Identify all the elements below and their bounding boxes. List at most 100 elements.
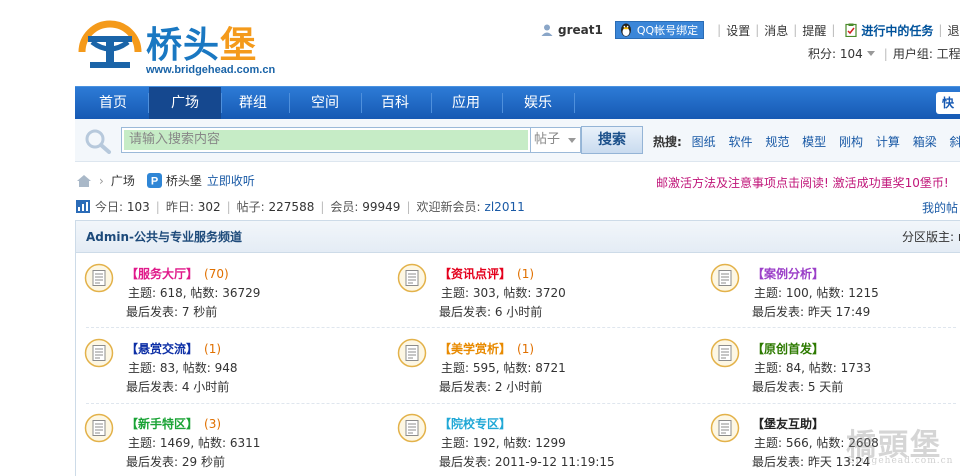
notifications-link[interactable]: 提醒 <box>802 22 826 39</box>
search-button[interactable]: 搜索 <box>581 126 643 154</box>
forum-item[interactable]: 【新手特区】 (3) 主题: 1469, 帖数: 6311 最后发表: 29 秒前 <box>76 409 376 475</box>
qzone-icon: P <box>146 173 162 188</box>
hot-link[interactable]: 刚构 <box>839 135 863 149</box>
forum-name[interactable]: 【新手特区】 (3) <box>126 415 221 432</box>
forum-topics: 主题: 84, 帖数: 1733 <box>754 361 872 375</box>
forum-last-post[interactable]: 最后发表: 29 秒前 <box>126 453 225 470</box>
search-type-select[interactable]: 帖子 <box>531 127 581 153</box>
hot-link[interactable]: 模型 <box>802 135 826 149</box>
nav-plaza[interactable]: 广场 <box>149 87 221 119</box>
hot-link[interactable]: 规范 <box>765 135 789 149</box>
category-moderator: 分区版主: r <box>902 230 960 244</box>
stat-members: 99949 <box>362 199 401 214</box>
user-stats-bar: 积分: 104 | 用户组: 工程 <box>808 45 960 62</box>
forum-item[interactable]: 【服务大厅】 (70) 主题: 618, 帖数: 36729 最后发表: 7 秒前 <box>76 259 376 325</box>
logout-link[interactable]: 退 <box>947 22 959 39</box>
forum-name[interactable]: 【原创首发】 <box>752 340 830 357</box>
main-nav: 首页 广场 群组 空间 百科 应用 娱乐 快 <box>75 86 960 119</box>
forum-item[interactable]: 【堡友互助】主题: 566, 帖数: 2608 最后发表: 昨天 13:24 <box>702 409 960 475</box>
qq-bind-button[interactable]: QQ帐号绑定 <box>614 21 705 39</box>
hot-link[interactable]: 斜拉 <box>950 135 960 149</box>
forum-topics: 主题: 566, 帖数: 2608 <box>754 436 879 450</box>
nav-home[interactable]: 首页 <box>77 87 149 119</box>
forum-last-post[interactable]: 最后发表: 7 秒前 <box>126 303 217 320</box>
forum-name[interactable]: 【资讯点评】 (1) <box>439 265 534 282</box>
nav-wiki[interactable]: 百科 <box>359 87 431 119</box>
forum-name[interactable]: 【悬赏交流】 (1) <box>126 340 221 357</box>
nav-entertainment[interactable]: 娱乐 <box>502 87 574 119</box>
task-clipboard-icon <box>845 23 858 37</box>
forum-new-count: (3) <box>204 417 222 431</box>
my-posts-link[interactable]: 我的帖 <box>922 199 958 216</box>
forum-topics: 主题: 1469, 帖数: 6311 <box>128 436 261 450</box>
hot-link[interactable]: 软件 <box>728 135 752 149</box>
forum-last-post[interactable]: 最后发表: 昨天 17:49 <box>752 303 870 320</box>
breadcrumb: › 广场 P 桥头堡 立即收听 <box>76 172 255 189</box>
forum-item[interactable]: 【院校专区】主题: 192, 帖数: 1299 最后发表: 2011-9-12 1… <box>389 409 689 475</box>
messages-link[interactable]: 消息 <box>764 22 788 39</box>
search-icon <box>85 129 111 154</box>
forum-last-post[interactable]: 最后发表: 昨天 13:24 <box>752 453 870 470</box>
newest-member-link[interactable]: zl2011 <box>485 200 525 214</box>
tasks-in-progress-link[interactable]: 进行中的任务 <box>861 22 933 39</box>
search-bar: 请输入搜索内容 帖子 搜索 热搜: 图纸 软件 规范 模型 刚构 计算 箱梁 斜… <box>75 119 960 162</box>
forum-item[interactable]: 【美学赏析】 (1) 主题: 595, 帖数: 8721 最后发表: 2 小时前 <box>389 334 689 400</box>
nav-quick-button[interactable]: 快 <box>936 92 960 114</box>
forum-topics: 主题: 595, 帖数: 8721 <box>441 361 566 375</box>
forum-last-post[interactable]: 最后发表: 4 小时前 <box>126 378 229 395</box>
forum-name[interactable]: 【院校专区】 <box>439 415 517 432</box>
home-icon[interactable] <box>76 174 92 188</box>
hot-search: 热搜: 图纸 软件 规范 模型 刚构 计算 箱梁 斜拉 施 <box>653 133 960 150</box>
forum-new-count: (70) <box>204 267 229 281</box>
forum-stats: 今日: 103 | 昨日: 302 | 帖子: 227588 | 会员: 999… <box>76 198 525 215</box>
forum-doc-icon <box>397 263 427 293</box>
bridge-logo-icon <box>78 20 142 68</box>
user-icon <box>541 24 553 36</box>
forum-item[interactable]: 【原创首发】主题: 84, 帖数: 1733 最后发表: 5 天前 <box>702 334 960 400</box>
nav-groups[interactable]: 群组 <box>217 87 289 119</box>
forum-name[interactable]: 【堡友互助】 <box>752 415 830 432</box>
forum-item[interactable]: 【资讯点评】 (1) 主题: 303, 帖数: 3720 最后发表: 6 小时前 <box>389 259 689 325</box>
forum-name[interactable]: 【服务大厅】 (70) <box>126 265 229 282</box>
category-header: Admin-公共与专业服务频道 分区版主: r <box>76 221 960 253</box>
forum-topics: 主题: 192, 帖数: 1299 <box>441 436 566 450</box>
forum-topics: 主题: 100, 帖数: 1215 <box>754 286 879 300</box>
settings-link[interactable]: 设置 <box>726 22 750 39</box>
search-placeholder: 请输入搜索内容 <box>124 130 528 150</box>
hot-link[interactable]: 计算 <box>876 135 900 149</box>
forum-category-block: Admin-公共与专业服务频道 分区版主: r 【服务大厅】 (70) 主题: 61… <box>75 220 960 476</box>
site-logo[interactable]: 桥头堡 www.bridgehead.com.cn <box>76 12 276 78</box>
logo-url: www.bridgehead.com.cn <box>146 64 276 76</box>
user-bar: great1 QQ帐号绑定 | 设置 | 消息 | 提醒 | 进行中的任务 | … <box>540 20 959 40</box>
forum-doc-icon <box>84 263 114 293</box>
follow-now-link[interactable]: 立即收听 <box>207 172 255 189</box>
forum-last-post[interactable]: 最后发表: 2011-9-12 11:19:15 <box>439 453 615 470</box>
logo-text: 桥头堡 <box>146 25 258 66</box>
forum-name[interactable]: 【案例分析】 <box>752 265 830 282</box>
nav-space[interactable]: 空间 <box>289 87 361 119</box>
hot-link[interactable]: 箱梁 <box>913 135 937 149</box>
chevron-down-icon[interactable] <box>866 51 875 56</box>
points-label[interactable]: 积分: 104 <box>808 45 863 62</box>
search-input[interactable]: 请输入搜索内容 <box>121 127 531 153</box>
activation-notice-link[interactable]: 邮激活方法及注意事项点击阅读! 激活成功重奖10堡币! <box>656 174 949 191</box>
forum-new-count: (1) <box>204 342 222 356</box>
hot-link[interactable]: 图纸 <box>692 135 716 149</box>
forum-item[interactable]: 【案例分析】主题: 100, 帖数: 1215 最后发表: 昨天 17:49 <box>702 259 960 325</box>
forum-last-post[interactable]: 最后发表: 2 小时前 <box>439 378 542 395</box>
forum-topics: 主题: 303, 帖数: 3720 <box>441 286 566 300</box>
category-title[interactable]: Admin-公共与专业服务频道 <box>86 221 242 253</box>
chevron-right-icon: › <box>99 173 104 188</box>
forum-name[interactable]: 【美学赏析】 (1) <box>439 340 534 357</box>
stat-posts: 227588 <box>268 199 315 214</box>
breadcrumb-current: 广场 <box>110 174 135 188</box>
nav-apps[interactable]: 应用 <box>430 87 502 119</box>
forum-doc-icon <box>397 338 427 368</box>
forum-last-post[interactable]: 最后发表: 5 天前 <box>752 378 843 395</box>
username-link[interactable]: great1 <box>558 23 603 37</box>
hot-search-title: 热搜: <box>653 135 682 149</box>
forum-doc-icon <box>710 263 740 293</box>
forum-last-post[interactable]: 最后发表: 6 小时前 <box>439 303 542 320</box>
forum-item[interactable]: 【悬赏交流】 (1) 主题: 83, 帖数: 948 最后发表: 4 小时前 <box>76 334 376 400</box>
forum-doc-icon <box>397 413 427 443</box>
